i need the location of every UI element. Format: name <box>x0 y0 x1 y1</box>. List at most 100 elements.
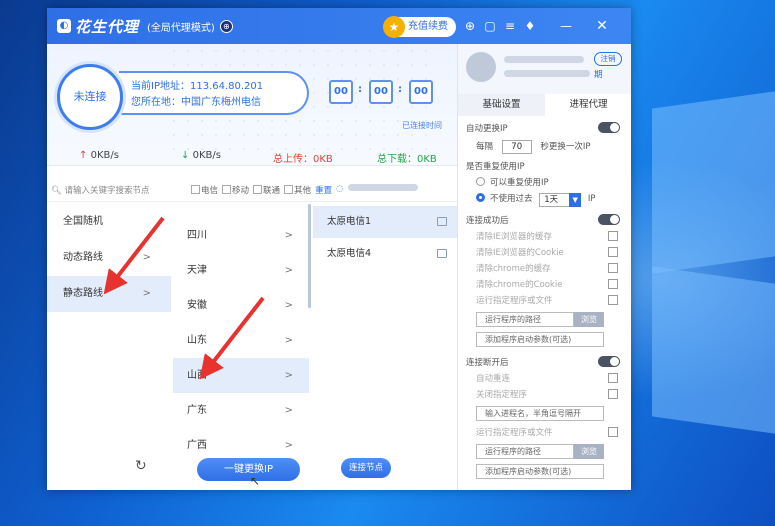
titlebar-icons: ⊕ ▢ ≡ ♦ — ✕ <box>463 18 609 34</box>
after-disconnect-toggle[interactable] <box>598 356 620 367</box>
chevron-right-icon: > <box>284 335 293 346</box>
isp-filters: 电信 移动 联通 其他 重置 ◌ <box>191 184 418 196</box>
node-filter-bar: 🔍︎ 请输入关键字搜索节点 电信 移动 联通 其他 重置 ◌ <box>47 180 457 202</box>
connected-time-label: 已连接时间 <box>402 121 442 130</box>
chevron-right-icon: > <box>142 252 151 263</box>
settings-tabs: 基础设置 进程代理 <box>458 94 631 116</box>
windows-desktop-logo <box>592 0 775 526</box>
province-item[interactable]: 广东 > <box>173 393 309 428</box>
node-list: 太原电信1 太原电信4 <box>313 206 457 356</box>
mode-globe-icon[interactable]: ⊕ <box>219 19 233 33</box>
route-category[interactable]: 全国随机 <box>47 204 171 240</box>
filter-reset-link[interactable]: 重置 <box>315 184 332 196</box>
expire-label: 期 <box>594 70 603 80</box>
browse-button[interactable]: 浏览 <box>574 312 604 327</box>
province-item[interactable]: 天津 > <box>173 253 309 288</box>
up-arrow-icon: ↑ <box>79 150 88 161</box>
program-path-input[interactable]: 运行程序的路径 <box>476 312 574 327</box>
loading-icon: ◌ <box>336 184 344 194</box>
node-info-icon <box>437 249 447 258</box>
connect-node-button[interactable]: 连接节点 <box>341 458 391 478</box>
connection-status-panel: 当前IP地址：113.64.80.201 您所在地：中国广东梅州电信 未连接 0… <box>47 44 457 166</box>
refresh-icon[interactable]: ↻ <box>135 458 147 474</box>
recharge-button[interactable]: ★ 充值续费 <box>383 16 456 38</box>
pin-icon[interactable]: ♦ <box>523 18 537 34</box>
close-program-checkbox[interactable] <box>608 389 618 399</box>
no-reuse-radio[interactable]: 不使用过去 1天 ▼ IP <box>458 192 631 207</box>
ip-info-box: 当前IP地址：113.64.80.201 您所在地：中国广东梅州电信 <box>119 71 309 115</box>
after-connect-toggle[interactable] <box>598 214 620 225</box>
mouse-cursor-icon: ↖ <box>250 474 261 488</box>
switch-ip-button[interactable]: 一键更换IP <box>197 458 300 481</box>
run-program-checkbox-2[interactable] <box>608 427 618 437</box>
reuse-ip-radio[interactable]: 可以重复使用IP <box>458 176 631 188</box>
star-icon: ★ <box>383 16 405 38</box>
chevron-right-icon: > <box>142 288 151 299</box>
clear-chrome-cookie-checkbox[interactable] <box>608 279 618 289</box>
auto-reconnect-checkbox[interactable] <box>608 373 618 383</box>
minimize-icon[interactable]: — <box>559 18 573 34</box>
clear-ie-cookie-checkbox[interactable] <box>608 247 618 257</box>
timer-minutes: 00 <box>369 80 393 104</box>
title-bar: ◐ 花生代理 (全局代理模式) ⊕ ★ 充值续费 ⊕ ▢ ≡ ♦ — ✕ <box>47 8 631 44</box>
province-item[interactable]: 广西 > <box>173 428 309 462</box>
search-icon: 🔍︎ <box>51 186 62 196</box>
total-upload: 总上传：0KB <box>273 154 333 165</box>
current-location: 您所在地：中国广东梅州电信 <box>131 97 261 108</box>
globe-icon[interactable]: ⊕ <box>463 18 477 34</box>
province-list: 四川 > 天津 > 安徽 > 山东 > 山西 > 广东 > 广西 > <box>173 204 309 462</box>
startup-args-input[interactable]: 添加程序启动参数(可选) <box>476 332 604 347</box>
province-scrollbar[interactable] <box>308 204 311 308</box>
user-card: 注销 期 <box>458 44 631 94</box>
chevron-right-icon: > <box>284 230 293 241</box>
route-category[interactable]: 静态路线 > <box>47 276 171 312</box>
interval-seconds-input[interactable]: 70 <box>501 140 532 154</box>
avatar <box>466 52 496 82</box>
download-speed: ↓ 0KB/s <box>181 150 221 161</box>
brand: ◐ 花生代理 (全局代理模式) ⊕ <box>57 16 233 37</box>
node-info-icon <box>437 217 447 226</box>
province-item[interactable]: 山西 > <box>173 358 309 393</box>
chevron-right-icon: > <box>284 265 293 276</box>
proxy-app-window: ◐ 花生代理 (全局代理模式) ⊕ ★ 充值续费 ⊕ ▢ ≡ ♦ — ✕ 当前I… <box>47 8 631 490</box>
browse-button-2[interactable]: 浏览 <box>574 444 604 459</box>
filter-telecom[interactable]: 电信 <box>191 184 218 196</box>
route-category[interactable]: 动态路线 > <box>47 240 171 276</box>
filter-unicom[interactable]: 联通 <box>253 184 280 196</box>
upload-speed: ↑ 0KB/s <box>79 150 119 161</box>
settings-panel: 注销 期 基础设置 进程代理 自动更换IP 每隔 70 秒更换一次IP 是否重复… <box>457 44 631 490</box>
clear-ie-cache-checkbox[interactable] <box>608 231 618 241</box>
timer-hours: 00 <box>329 80 353 104</box>
filter-other[interactable]: 其他 <box>284 184 311 196</box>
run-program-checkbox[interactable] <box>608 295 618 305</box>
window-icon[interactable]: ▢ <box>483 18 497 34</box>
logout-button[interactable]: 注销 <box>594 52 622 66</box>
close-icon[interactable]: ✕ <box>595 18 609 34</box>
filter-mobile[interactable]: 移动 <box>222 184 249 196</box>
proxy-mode-label: (全局代理模式) <box>147 22 215 34</box>
province-item[interactable]: 安徽 > <box>173 288 309 323</box>
province-item[interactable]: 山东 > <box>173 323 309 358</box>
auto-ip-toggle[interactable] <box>598 122 620 133</box>
clear-chrome-cache-checkbox[interactable] <box>608 263 618 273</box>
province-item[interactable]: 四川 > <box>173 218 309 253</box>
node-search-input[interactable]: 🔍︎ 请输入关键字搜索节点 <box>51 184 179 196</box>
tab-process-proxy[interactable]: 进程代理 <box>545 94 631 116</box>
node-item[interactable]: 太原电信4 <box>313 238 457 270</box>
startup-args-input-2[interactable]: 添加程序启动参数(可选) <box>476 464 604 479</box>
connect-status-button[interactable]: 未连接 <box>57 64 123 130</box>
current-ip: 当前IP地址：113.64.80.201 <box>131 81 264 92</box>
chevron-right-icon: > <box>284 440 293 451</box>
node-item[interactable]: 太原电信1 <box>313 206 457 238</box>
chevron-right-icon: > <box>284 370 293 381</box>
chevron-right-icon: > <box>284 405 293 416</box>
route-category-list: 全国随机 动态路线 > 静态路线 > <box>47 204 171 490</box>
timer-seconds: 00 <box>409 80 433 104</box>
days-select[interactable]: 1天 ▼ <box>539 193 582 207</box>
total-download: 总下载：0KB <box>377 154 437 165</box>
menu-icon[interactable]: ≡ <box>503 18 517 34</box>
tab-basic-settings[interactable]: 基础设置 <box>458 94 545 116</box>
process-name-input[interactable]: 输入进程名，半角逗号隔开 <box>476 406 604 421</box>
program-path-input-2[interactable]: 运行程序的路径 <box>476 444 574 459</box>
app-logo-icon: ◐ <box>57 19 71 33</box>
